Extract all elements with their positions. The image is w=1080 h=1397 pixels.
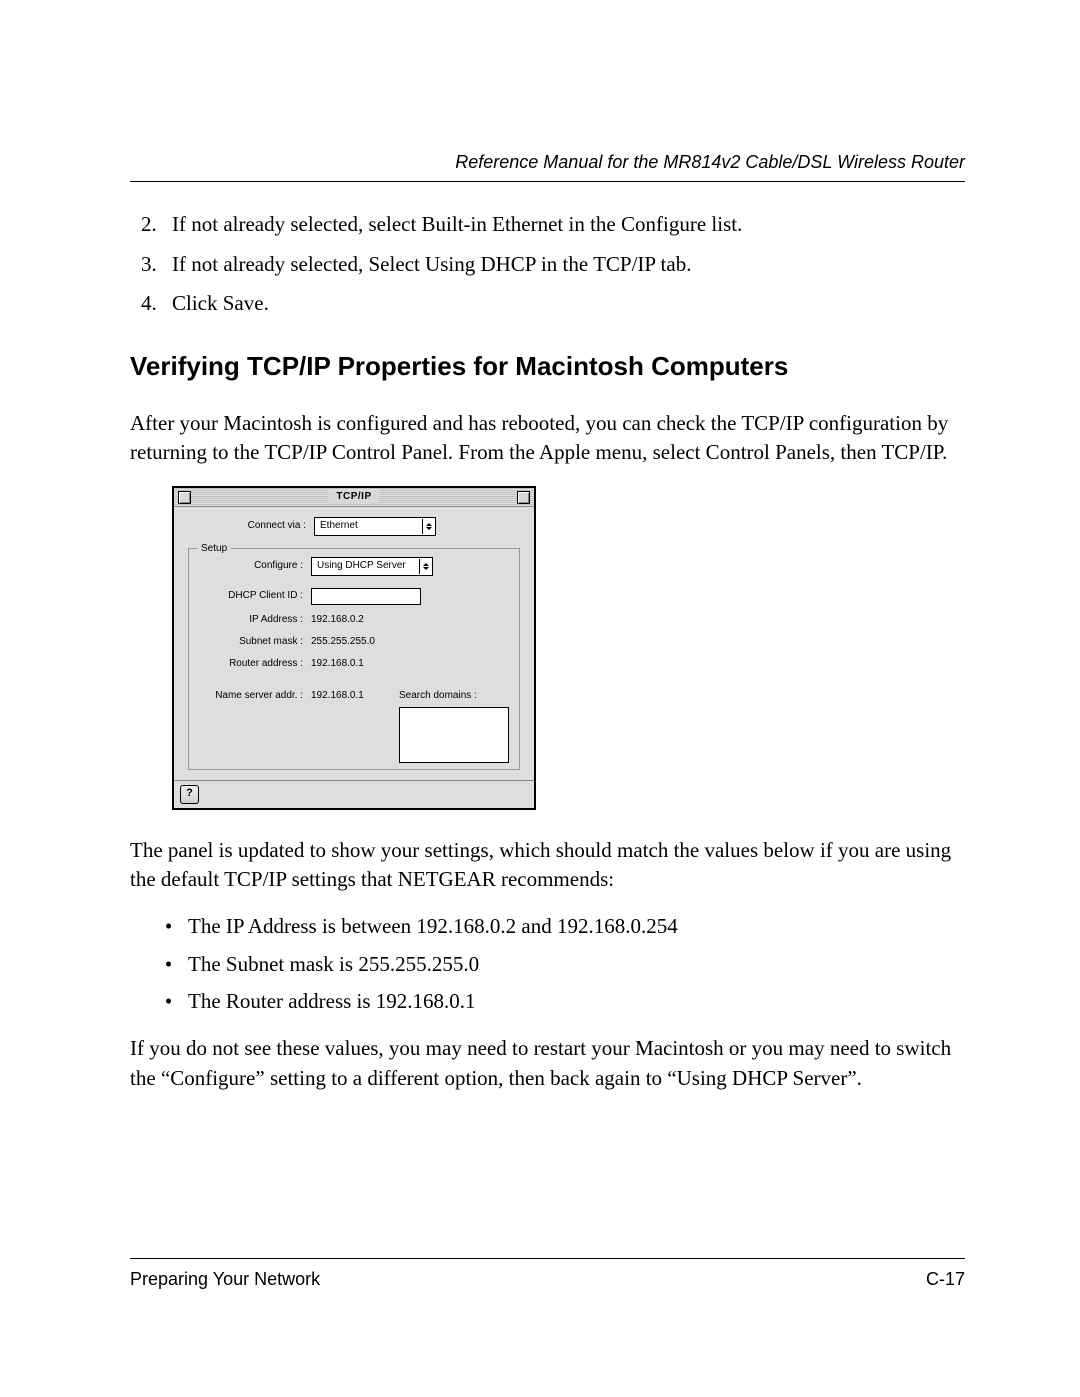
help-icon[interactable]: ? (180, 785, 199, 804)
subnet-mask-label: Subnet mask : (199, 635, 303, 649)
step-list: If not already selected, select Built-in… (130, 210, 965, 318)
intro-paragraph: After your Macintosh is configured and h… (130, 409, 965, 468)
mac-body: Connect via : Ethernet Setup Configure :… (174, 507, 534, 780)
page-footer: Preparing Your Network C-17 (130, 1247, 965, 1292)
list-item: The IP Address is between 192.168.0.2 an… (188, 912, 965, 941)
close-box-icon[interactable] (178, 491, 191, 504)
window-title: TCP/IP (328, 490, 379, 504)
after-panel-paragraph: The panel is updated to show your settin… (130, 836, 965, 895)
ip-address-label: IP Address : (199, 613, 303, 627)
step-item-2: If not already selected, select Built-in… (162, 210, 965, 239)
step-item-3: If not already selected, Select Using DH… (162, 250, 965, 279)
configure-value: Using DHCP Server (317, 559, 406, 573)
connect-via-label: Connect via : (188, 519, 306, 533)
search-domains-input[interactable] (399, 707, 509, 763)
connect-via-select[interactable]: Ethernet (314, 517, 436, 536)
name-server-value: 192.168.0.1 (311, 689, 364, 703)
running-header: Reference Manual for the MR814v2 Cable/D… (130, 150, 965, 175)
closing-paragraph: If you do not see these values, you may … (130, 1034, 965, 1093)
mac-titlebar[interactable]: TCP/IP (174, 488, 534, 507)
tcpip-control-panel: TCP/IP Connect via : Ethernet Setup Conf… (172, 486, 536, 810)
search-domains-label: Search domains : (399, 689, 509, 703)
setup-group: Setup Configure : Using DHCP Server DHCP… (188, 548, 520, 770)
list-item: The Router address is 192.168.0.1 (188, 987, 965, 1016)
setup-legend: Setup (197, 542, 231, 556)
section-heading: Verifying TCP/IP Properties for Macintos… (130, 348, 965, 384)
mac-footer: ? (174, 780, 534, 808)
list-item: The Subnet mask is 255.255.255.0 (188, 950, 965, 979)
help-glyph: ? (186, 786, 193, 801)
document-page: Reference Manual for the MR814v2 Cable/D… (0, 0, 1080, 1397)
zoom-box-icon[interactable] (517, 491, 530, 504)
router-address-label: Router address : (199, 657, 303, 671)
updown-arrows-icon (419, 559, 432, 574)
ip-address-value: 192.168.0.2 (311, 613, 364, 627)
recommended-values-list: The IP Address is between 192.168.0.2 an… (130, 912, 965, 1016)
updown-arrows-icon (422, 519, 435, 534)
dhcp-client-id-input[interactable] (311, 588, 421, 605)
router-address-value: 192.168.0.1 (311, 657, 364, 671)
configure-select[interactable]: Using DHCP Server (311, 557, 433, 576)
name-server-label: Name server addr. : (199, 689, 303, 703)
configure-label: Configure : (199, 559, 303, 573)
dhcp-client-id-label: DHCP Client ID : (199, 589, 303, 603)
header-rule (130, 181, 965, 182)
step-item-4: Click Save. (162, 289, 965, 318)
footer-section: Preparing Your Network (130, 1267, 320, 1292)
footer-page-number: C-17 (926, 1267, 965, 1292)
subnet-mask-value: 255.255.255.0 (311, 635, 375, 649)
footer-rule (130, 1258, 965, 1259)
connect-via-value: Ethernet (320, 519, 358, 533)
